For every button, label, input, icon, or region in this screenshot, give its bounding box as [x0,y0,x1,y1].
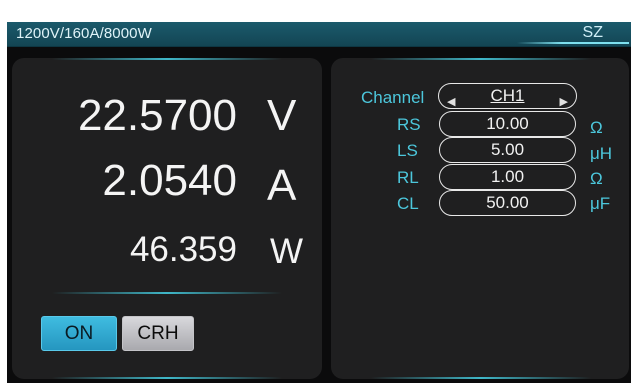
rl-field[interactable]: 1.00 [439,164,576,190]
channel-selector[interactable]: ◀ CH1 ▶ [438,83,577,109]
panel-bottom-glow [371,377,591,379]
ls-field[interactable]: 5.00 [439,137,576,163]
ls-label: LS [397,141,418,160]
cl-label: CL [397,194,419,213]
ls-unit: μH [590,144,613,163]
panel-top-glow [52,58,282,60]
rs-field[interactable]: 10.00 [439,111,576,137]
power-value: 46.359 [129,230,237,269]
device-screen: 1200V/160A/8000W SZ 22.5700 V 2.0540 A 4… [7,22,631,383]
rs-unit: Ω [590,118,603,137]
rl-label: RL [397,168,419,187]
mode-indicator[interactable]: SZ [583,24,603,42]
channel-label: Channel [361,88,425,107]
channel-value: CH1 [490,86,525,105]
rl-unit: Ω [590,169,603,188]
power-unit: W [270,232,304,271]
on-button[interactable]: ON [41,316,117,351]
panel-top-glow [371,58,591,60]
current-value: 2.0540 [102,156,237,205]
cl-unit: μF [590,194,611,213]
panel-bottom-glow [52,377,282,379]
mode-underline [517,42,629,44]
crh-mode-button[interactable]: CRH [122,316,194,351]
voltage-unit: V [267,91,297,140]
status-bar: 1200V/160A/8000W SZ [7,22,631,47]
current-unit: A [267,161,297,210]
divider-glow [52,292,282,294]
cl-field[interactable]: 50.00 [439,190,576,216]
parameter-panel: Channel ◀ CH1 ▶ RS 10.00 Ω LS 5.00 μH RL… [331,58,629,379]
rs-label: RS [397,115,421,134]
device-spec: 1200V/160A/8000W [16,25,152,42]
voltage-value: 22.5700 [77,91,237,140]
